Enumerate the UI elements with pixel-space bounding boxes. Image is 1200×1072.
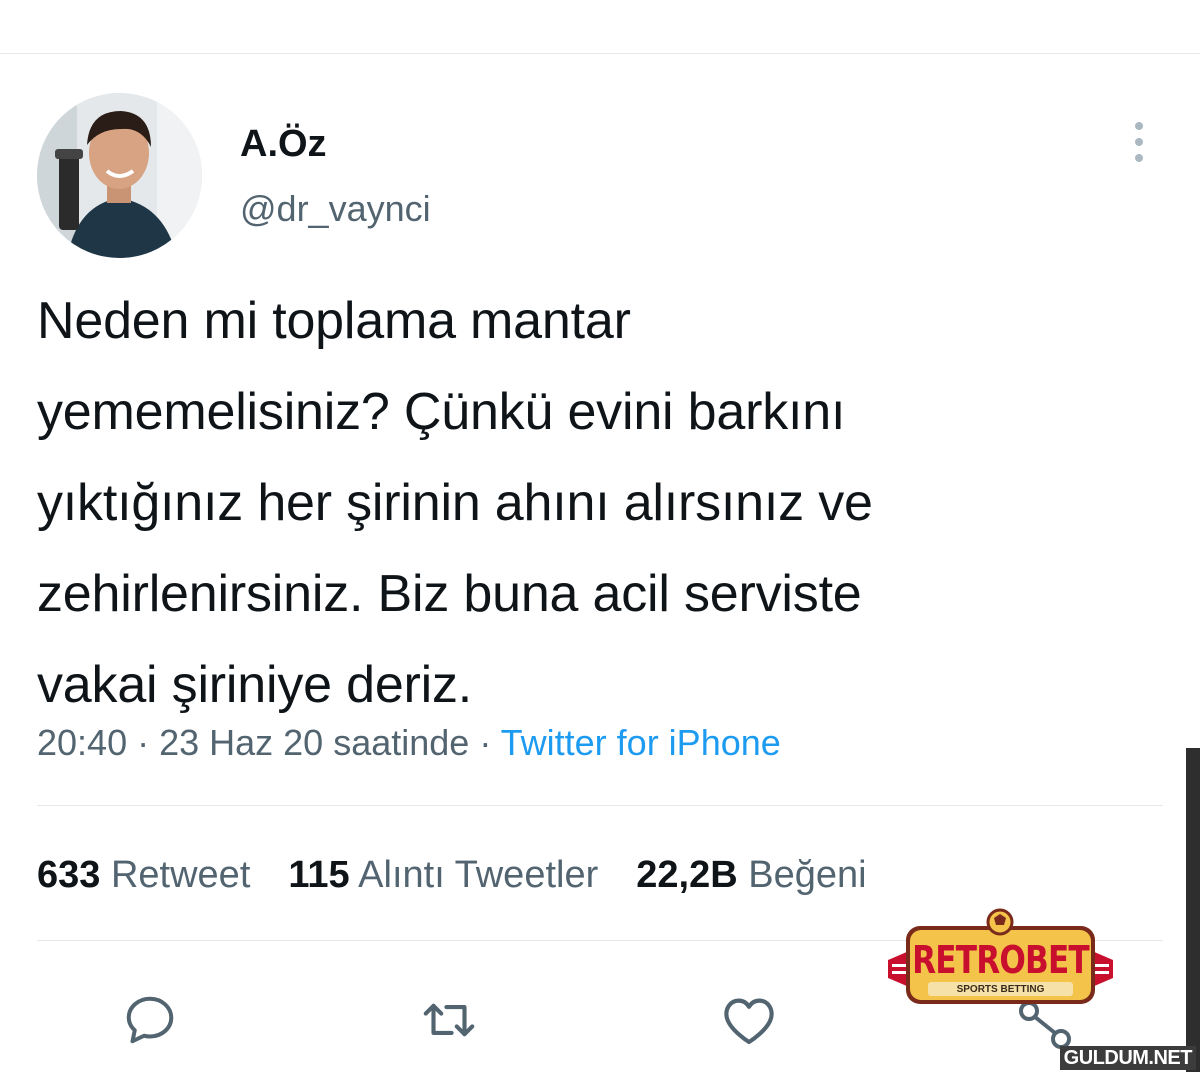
scrollbar[interactable] [1186, 748, 1200, 1072]
author-display-name[interactable]: A.Öz [240, 122, 327, 166]
tweet-text: Neden mi toplama mantar yememelisiniz? Ç… [37, 292, 873, 714]
stat-label: Beğeni [748, 854, 867, 896]
stat-number: 22,2B [636, 854, 738, 896]
tweet-date[interactable]: 23 Haz 20 saatinde [159, 722, 469, 763]
watermark-brand: RETROBET [912, 938, 1090, 982]
like-count[interactable]: 22,2B Beğeni [636, 850, 866, 900]
tweet-time[interactable]: 20:40 [37, 722, 127, 763]
reply-button[interactable] [115, 985, 185, 1055]
author-username[interactable]: @dr_vaynci [240, 187, 431, 231]
stat-label: Alıntı Tweetler [358, 854, 599, 896]
divider [37, 805, 1163, 806]
retweet-count[interactable]: 633 Retweet [37, 850, 250, 900]
avatar[interactable] [37, 93, 202, 258]
site-watermark: GULDUM.NET [1059, 1046, 1196, 1070]
meta-separator: · [127, 722, 160, 763]
stat-number: 633 [37, 854, 101, 896]
more-dot [1135, 138, 1143, 146]
tweet-stats: 633 Retweet 115 Alıntı Tweetler 22,2B Be… [37, 850, 905, 900]
more-options-button[interactable] [1122, 118, 1156, 166]
like-button[interactable] [714, 985, 784, 1055]
watermark-tagline: SPORTS BETTING [956, 984, 1045, 995]
top-divider [0, 53, 1200, 54]
more-dot [1135, 122, 1143, 130]
more-dot [1135, 154, 1143, 162]
tweet-source-link[interactable]: Twitter for iPhone [501, 722, 781, 763]
stat-number: 115 [288, 854, 350, 896]
sponsor-watermark: RETROBET SPORTS BETTING [888, 908, 1113, 1008]
meta-separator: · [469, 722, 501, 763]
stat-label: Retweet [110, 854, 251, 896]
reply-icon [126, 996, 174, 1044]
quote-tweet-count[interactable]: 115 Alıntı Tweetler [288, 850, 598, 900]
retweet-button[interactable] [414, 985, 484, 1055]
heart-icon [724, 998, 774, 1045]
retweet-icon [423, 1003, 475, 1037]
tweet-meta: 20:40 · 23 Haz 20 saatinde · Twitter for… [37, 718, 781, 768]
avatar-photo [37, 93, 202, 258]
